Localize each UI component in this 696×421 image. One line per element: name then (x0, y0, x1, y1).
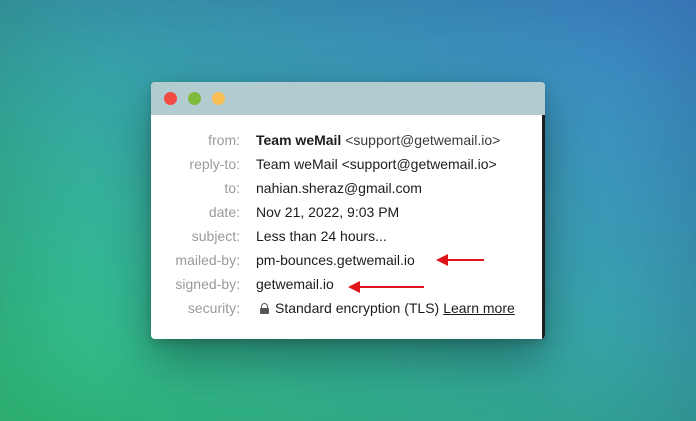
mailed-by-row: mailed-by: pm-bounces.getwemail.io (151, 250, 545, 270)
date-label: date: (208, 204, 240, 220)
signed-by-annotation-arrow (348, 281, 424, 293)
title-bar (151, 82, 545, 115)
from-row: from: Team weMail <support@getwemail.io> (151, 130, 545, 150)
security-row: security: Standard encryption (TLS) Learn… (151, 298, 545, 318)
learn-more-link[interactable]: Learn more (443, 300, 515, 316)
mailed-by-value: pm-bounces.getwemail.io (256, 252, 415, 268)
email-details-popup: from: Team weMail <support@getwemail.io>… (151, 82, 545, 339)
mailed-by-label: mailed-by: (175, 252, 240, 268)
mailed-by-annotation-arrow (436, 254, 484, 266)
reply-to-value[interactable]: Team weMail <support@getwemail.io> (256, 154, 497, 174)
from-value[interactable]: Team weMail <support@getwemail.io> (256, 130, 500, 150)
to-row: to: nahian.sheraz@gmail.com (151, 178, 545, 198)
signed-by-value: getwemail.io (256, 276, 334, 292)
signed-by-label: signed-by: (175, 276, 240, 292)
minimize-button[interactable] (188, 92, 201, 105)
date-row: date: Nov 21, 2022, 9:03 PM (151, 202, 545, 222)
sender-address: <support@getwemail.io> (345, 132, 501, 148)
reply-to-label: reply-to: (189, 156, 240, 172)
lock-icon (260, 303, 269, 314)
subject-row: subject: Less than 24 hours... (151, 226, 545, 246)
to-value[interactable]: nahian.sheraz@gmail.com (256, 178, 422, 198)
from-label: from: (208, 132, 240, 148)
security-value: Standard encryption (TLS) Learn more (256, 298, 515, 318)
sender-name: Team weMail (256, 132, 342, 148)
close-button[interactable] (164, 92, 177, 105)
header-details: from: Team weMail <support@getwemail.io>… (151, 115, 545, 339)
reply-to-row: reply-to: Team weMail <support@getwemail… (151, 154, 545, 174)
to-label: to: (224, 180, 240, 196)
date-value: Nov 21, 2022, 9:03 PM (256, 204, 400, 220)
security-label: security: (187, 300, 240, 316)
zoom-button[interactable] (212, 92, 225, 105)
security-text: Standard encryption (TLS) (275, 300, 440, 316)
subject-label: subject: (191, 228, 240, 244)
subject-value: Less than 24 hours... (256, 228, 387, 244)
